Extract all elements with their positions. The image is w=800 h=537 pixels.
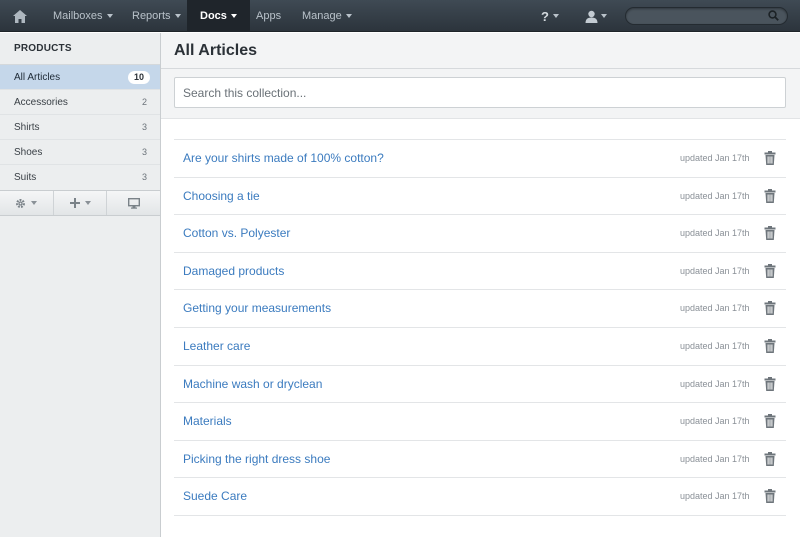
chevron-down-icon: [106, 14, 113, 19]
nav-docs-label: Docs: [200, 10, 227, 22]
user-menu[interactable]: [585, 0, 607, 32]
trash-icon[interactable]: [764, 376, 776, 391]
collection-search-input[interactable]: [174, 77, 786, 108]
help-icon: ?: [541, 8, 549, 24]
sidebar-toolbar: [0, 190, 160, 216]
sidebar-item-all-articles[interactable]: All Articles 10: [0, 65, 160, 90]
count-badge: 2: [141, 97, 147, 107]
chevron-down-icon: [552, 14, 559, 18]
page-title: All Articles: [174, 42, 257, 59]
article-row: Materials updated Jan 17th: [174, 403, 786, 441]
article-title-link[interactable]: Picking the right dress shoe: [183, 452, 330, 466]
article-title-link[interactable]: Cotton vs. Polyester: [183, 226, 290, 240]
article-updated-date: updated Jan 17th: [680, 491, 750, 502]
article-row: Cotton vs. Polyester updated Jan 17th: [174, 215, 786, 253]
article-updated-date: updated Jan 17th: [680, 153, 750, 163]
article-updated-date: updated Jan 17th: [680, 378, 750, 389]
home-button[interactable]: [0, 0, 40, 32]
home-icon: [13, 9, 27, 23]
article-title-link[interactable]: Choosing a tie: [183, 189, 260, 203]
trash-icon[interactable]: [764, 489, 776, 504]
nav-docs[interactable]: Docs: [187, 0, 250, 32]
article-row: Machine wash or dryclean updated Jan 17t…: [174, 366, 786, 404]
nav-manage-label: Manage: [302, 10, 342, 22]
article-title-link[interactable]: Leather care: [183, 339, 250, 353]
article-updated-date: updated Jan 17th: [680, 453, 750, 464]
nav-reports[interactable]: Reports: [132, 0, 181, 32]
nav-apps[interactable]: Apps: [256, 0, 281, 32]
sidebar: PRODUCTS All Articles 10 Accessories 2 S…: [0, 33, 161, 537]
trash-icon[interactable]: [764, 301, 776, 316]
article-row: Damaged products updated Jan 17th: [174, 253, 786, 291]
chevron-down-icon: [601, 14, 607, 18]
chevron-down-icon: [84, 201, 91, 205]
chevron-down-icon: [174, 14, 181, 19]
top-nav: Mailboxes Reports Docs Apps Manage ?: [0, 0, 800, 32]
article-row: Choosing a tie updated Jan 17th: [174, 178, 786, 216]
trash-icon[interactable]: [764, 188, 776, 203]
global-search: [625, 7, 788, 25]
article-title-link[interactable]: Suede Care: [183, 489, 247, 503]
help-menu[interactable]: ?: [541, 0, 559, 32]
article-title-link[interactable]: Damaged products: [183, 264, 284, 278]
article-title-link[interactable]: Materials: [183, 414, 232, 428]
sidebar-item-label: Suits: [14, 172, 37, 183]
article-row: Are your shirts made of 100% cotton? upd…: [174, 140, 786, 178]
article-updated-date: updated Jan 17th: [680, 228, 750, 239]
gear-icon: [16, 198, 26, 208]
article-updated-date: updated Jan 17th: [680, 190, 750, 201]
article-updated-date: updated Jan 17th: [680, 416, 750, 427]
settings-button[interactable]: [0, 191, 54, 215]
user-icon: [585, 10, 598, 23]
article-title-link[interactable]: Getting your measurements: [183, 301, 331, 315]
article-updated-date: updated Jan 17th: [680, 303, 750, 314]
sidebar-item-shirts[interactable]: Shirts 3: [0, 115, 160, 140]
sidebar-item-shoes[interactable]: Shoes 3: [0, 140, 160, 165]
global-search-input[interactable]: [634, 9, 764, 23]
article-row: Picking the right dress shoe updated Jan…: [174, 441, 786, 479]
article-title-link[interactable]: Machine wash or dryclean: [183, 377, 322, 391]
main-content: All Articles Are your shirts made of 100…: [161, 33, 800, 537]
sidebar-item-accessories[interactable]: Accessories 2: [0, 90, 160, 115]
trash-icon[interactable]: [764, 451, 776, 466]
sidebar-item-label: Accessories: [14, 97, 68, 108]
article-row: Suede Care updated Jan 17th: [174, 478, 786, 516]
article-updated-date: updated Jan 17th: [680, 265, 750, 276]
sidebar-heading: PRODUCTS: [0, 33, 160, 65]
count-badge: 3: [141, 122, 147, 132]
article-updated-date: updated Jan 17th: [680, 340, 750, 351]
article-list: Are your shirts made of 100% cotton? upd…: [174, 139, 786, 516]
preview-button[interactable]: [107, 191, 160, 215]
chevron-down-icon: [31, 201, 38, 205]
page-header: All Articles: [161, 33, 800, 69]
nav-mailboxes-label: Mailboxes: [53, 10, 103, 22]
trash-icon[interactable]: [764, 414, 776, 429]
search-icon[interactable]: [768, 10, 779, 21]
chevron-down-icon: [345, 14, 352, 19]
sidebar-item-label: Shoes: [14, 147, 43, 158]
chevron-down-icon: [230, 14, 237, 19]
sidebar-item-label: All Articles: [14, 72, 61, 83]
article-row: Getting your measurements updated Jan 17…: [174, 290, 786, 328]
nav-mailboxes[interactable]: Mailboxes: [53, 0, 113, 32]
article-title-link[interactable]: Are your shirts made of 100% cotton?: [183, 151, 384, 165]
trash-icon[interactable]: [764, 338, 776, 353]
plus-icon: [69, 198, 80, 208]
nav-reports-label: Reports: [132, 10, 171, 22]
trash-icon[interactable]: [764, 226, 776, 241]
sidebar-item-label: Shirts: [14, 122, 40, 133]
monitor-icon: [127, 197, 140, 209]
count-badge: 3: [141, 172, 147, 182]
count-badge: 3: [141, 147, 147, 157]
trash-icon[interactable]: [764, 151, 776, 165]
count-badge: 10: [127, 71, 150, 84]
article-row: Leather care updated Jan 17th: [174, 328, 786, 366]
nav-apps-label: Apps: [256, 10, 282, 22]
add-button[interactable]: [54, 191, 108, 215]
collection-search-bar: [161, 69, 800, 119]
nav-manage[interactable]: Manage: [302, 0, 352, 32]
sidebar-item-suits[interactable]: Suits 3: [0, 165, 160, 190]
trash-icon[interactable]: [764, 263, 776, 278]
